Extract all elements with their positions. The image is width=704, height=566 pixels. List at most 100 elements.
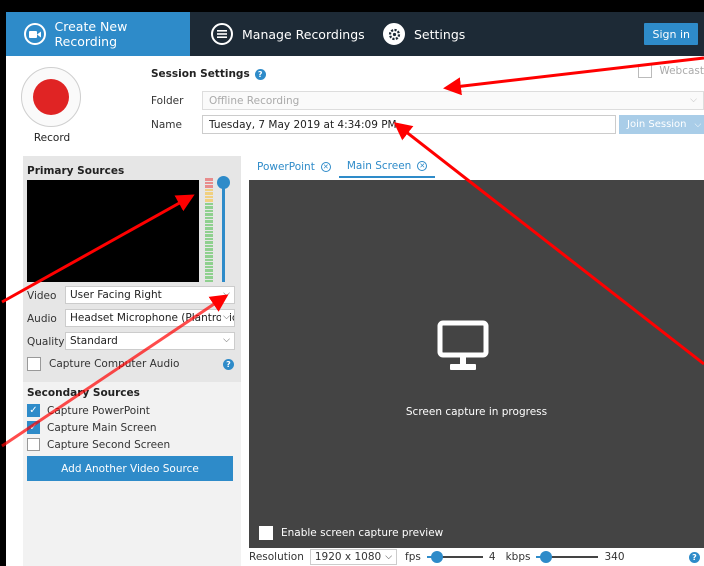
video-label: Video — [27, 290, 57, 302]
meter-segment — [205, 216, 213, 219]
meter-segment — [205, 258, 213, 261]
meter-segment — [205, 279, 213, 282]
tab-settings[interactable]: Settings — [383, 12, 465, 56]
video-value: User Facing Right — [70, 289, 162, 301]
tab-manage-recordings[interactable]: Manage Recordings — [211, 12, 365, 56]
meter-segment — [205, 272, 213, 275]
enable-preview-label: Enable screen capture preview — [281, 527, 444, 539]
capture-status-message: Screen capture in progress — [405, 406, 548, 418]
sign-in-button[interactable]: Sign in — [644, 23, 698, 45]
session-settings-text: Session Settings — [151, 68, 250, 80]
kbps-slider-thumb[interactable] — [540, 551, 553, 563]
audio-select[interactable]: Headset Microphone (Plantronics ⌵ — [65, 309, 235, 327]
record-button[interactable] — [21, 67, 81, 127]
capture-second-screen-label: Capture Second Screen — [47, 438, 171, 451]
chevron-down-icon: ⌵ — [690, 95, 697, 105]
audio-gain-thumb[interactable] — [217, 176, 230, 189]
enable-preview-option[interactable]: Enable screen capture preview — [259, 526, 443, 540]
capture-second-screen-checkbox[interactable] — [27, 438, 40, 451]
chevron-down-icon: ⌵ — [221, 289, 230, 299]
app-window: Create New Recording Manage Recordings S… — [0, 0, 704, 566]
webcast-option[interactable]: Webcast — [638, 64, 704, 78]
kbps-value: 340 — [604, 551, 625, 563]
tab-powerpoint[interactable]: PowerPoint ✕ — [249, 156, 339, 178]
fps-label: fps — [405, 551, 421, 563]
fps-value: 4 — [488, 551, 496, 563]
capture-main-screen-checkbox[interactable]: ✓ — [27, 421, 40, 434]
primary-sources-title: Primary Sources — [27, 165, 125, 177]
help-icon[interactable]: ? — [689, 551, 700, 563]
folder-select[interactable]: Offline Recording ⌵ — [202, 91, 704, 110]
session-name-input[interactable] — [202, 115, 616, 134]
help-icon[interactable]: ? — [254, 68, 266, 80]
webcast-checkbox[interactable] — [638, 64, 653, 78]
list-icon — [211, 23, 233, 45]
tab-create-new-recording[interactable]: Create New Recording — [6, 12, 190, 56]
audio-value: Headset Microphone (Plantronics — [70, 312, 235, 324]
folder-value: Offline Recording — [209, 94, 300, 107]
meter-segment — [205, 227, 213, 230]
capture-powerpoint-option[interactable]: ✓ Capture PowerPoint — [27, 404, 150, 417]
folder-label: Folder — [151, 95, 184, 107]
capture-powerpoint-label: Capture PowerPoint — [47, 404, 150, 417]
audio-level-meter — [205, 178, 213, 282]
secondary-sources-panel: Secondary Sources ✓ Capture PowerPoint ✓… — [23, 382, 241, 566]
video-select[interactable]: User Facing Right ⌵ — [65, 286, 235, 304]
meter-segment — [205, 234, 213, 237]
meter-segment — [205, 255, 213, 258]
meter-segment — [205, 192, 213, 195]
tab-main-screen[interactable]: Main Screen ✕ — [338, 156, 436, 178]
capture-settings-bar: Resolution 1920 x 1080 ⌵ fps 4 kbps 340 … — [249, 548, 704, 566]
tab-main-screen-label: Main Screen — [346, 160, 412, 172]
kbps-slider[interactable] — [536, 549, 599, 565]
meter-segment — [205, 213, 213, 216]
resolution-select[interactable]: 1920 x 1080 ⌵ — [309, 549, 398, 565]
resolution-label: Resolution — [249, 551, 304, 563]
capture-computer-audio-option[interactable]: Capture Computer Audio — [27, 357, 179, 371]
secondary-sources-title: Secondary Sources — [27, 387, 140, 399]
audio-gain-slider[interactable] — [222, 178, 225, 282]
meter-segment — [205, 265, 213, 268]
capture-powerpoint-checkbox[interactable]: ✓ — [27, 404, 40, 417]
tab-settings-label: Settings — [414, 26, 466, 42]
quality-label: Quality — [27, 336, 65, 348]
meter-segment — [205, 269, 213, 272]
meter-segment — [205, 181, 213, 184]
join-session-button[interactable]: Join Session ⌵ — [619, 115, 704, 134]
close-icon[interactable]: ✕ — [320, 162, 331, 172]
add-video-source-button[interactable]: Add Another Video Source — [27, 456, 233, 481]
meter-segment — [205, 276, 213, 279]
fps-slider-thumb[interactable] — [430, 551, 443, 563]
sources-panel: Primary Sources Video User Facing Right … — [23, 156, 241, 566]
capture-main-screen-label: Capture Main Screen — [47, 421, 157, 434]
enable-preview-checkbox[interactable] — [259, 526, 273, 540]
meter-segment — [205, 185, 213, 188]
help-icon[interactable]: ? — [223, 359, 234, 370]
join-session-label: Join Session — [627, 119, 687, 130]
fps-slider[interactable] — [426, 549, 483, 565]
chevron-down-icon: ⌵ — [385, 552, 393, 562]
meter-segment — [205, 178, 213, 181]
meter-segment — [205, 199, 213, 202]
capture-computer-audio-checkbox[interactable] — [27, 357, 41, 371]
record-icon — [33, 79, 69, 115]
meter-segment — [205, 206, 213, 209]
capture-computer-audio-label: Capture Computer Audio — [49, 358, 180, 370]
meter-segment — [205, 241, 213, 244]
capture-second-screen-option[interactable]: Capture Second Screen — [27, 438, 170, 451]
meter-segment — [205, 209, 213, 212]
chevron-down-icon: ⌵ — [221, 312, 230, 322]
video-camera-icon — [24, 23, 46, 45]
webcast-label: Webcast — [659, 65, 704, 77]
top-navigation: Create New Recording Manage Recordings S… — [6, 12, 704, 56]
close-icon[interactable]: ✕ — [417, 161, 428, 171]
session-settings-title: Session Settings ? — [151, 68, 266, 80]
video-preview — [27, 180, 199, 282]
capture-main-screen-option[interactable]: ✓ Capture Main Screen — [27, 421, 157, 434]
quality-value: Standard — [70, 335, 118, 347]
source-tabs: PowerPoint ✕ Main Screen ✕ — [249, 156, 436, 180]
quality-select[interactable]: Standard ⌵ — [65, 332, 235, 350]
meter-segment — [205, 202, 213, 205]
resolution-value: 1920 x 1080 — [314, 551, 382, 563]
tab-manage-label: Manage Recordings — [242, 26, 365, 42]
